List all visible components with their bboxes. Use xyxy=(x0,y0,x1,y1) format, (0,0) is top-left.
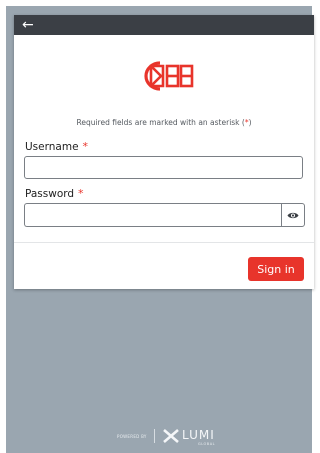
required-note-suffix: ) xyxy=(248,118,252,127)
username-label: Username * xyxy=(25,140,88,153)
password-label-text: Password xyxy=(25,188,75,200)
brand-logo-icon xyxy=(144,61,194,91)
username-input[interactable] xyxy=(24,156,303,179)
powered-by-footer: POWERED BY LUMI GLOBAL xyxy=(0,426,317,450)
required-fields-note: Required fields are marked with an aster… xyxy=(14,118,314,127)
back-arrow-icon[interactable]: ← xyxy=(22,16,34,34)
form-divider xyxy=(14,242,314,243)
username-required-asterisk: * xyxy=(82,140,89,153)
eye-icon xyxy=(287,212,299,218)
powered-by-text: POWERED BY xyxy=(117,434,147,439)
password-input[interactable] xyxy=(24,203,281,227)
lumi-logo-icon xyxy=(163,429,179,443)
lumi-global-text: GLOBAL xyxy=(198,442,216,446)
footer-divider xyxy=(154,429,155,443)
required-note-prefix: Required fields are marked with an aster… xyxy=(76,118,245,127)
password-required-asterisk: * xyxy=(78,187,84,200)
show-password-button[interactable] xyxy=(281,203,305,227)
top-bar: ← xyxy=(14,15,314,35)
password-field-group xyxy=(24,203,305,227)
username-label-text: Username xyxy=(25,141,79,153)
login-card: ← Required fields are marked with an ast… xyxy=(14,15,314,289)
lumi-brand-text: LUMI xyxy=(182,428,215,442)
sign-in-button[interactable]: Sign in xyxy=(248,257,304,281)
password-label: Password * xyxy=(25,187,84,200)
